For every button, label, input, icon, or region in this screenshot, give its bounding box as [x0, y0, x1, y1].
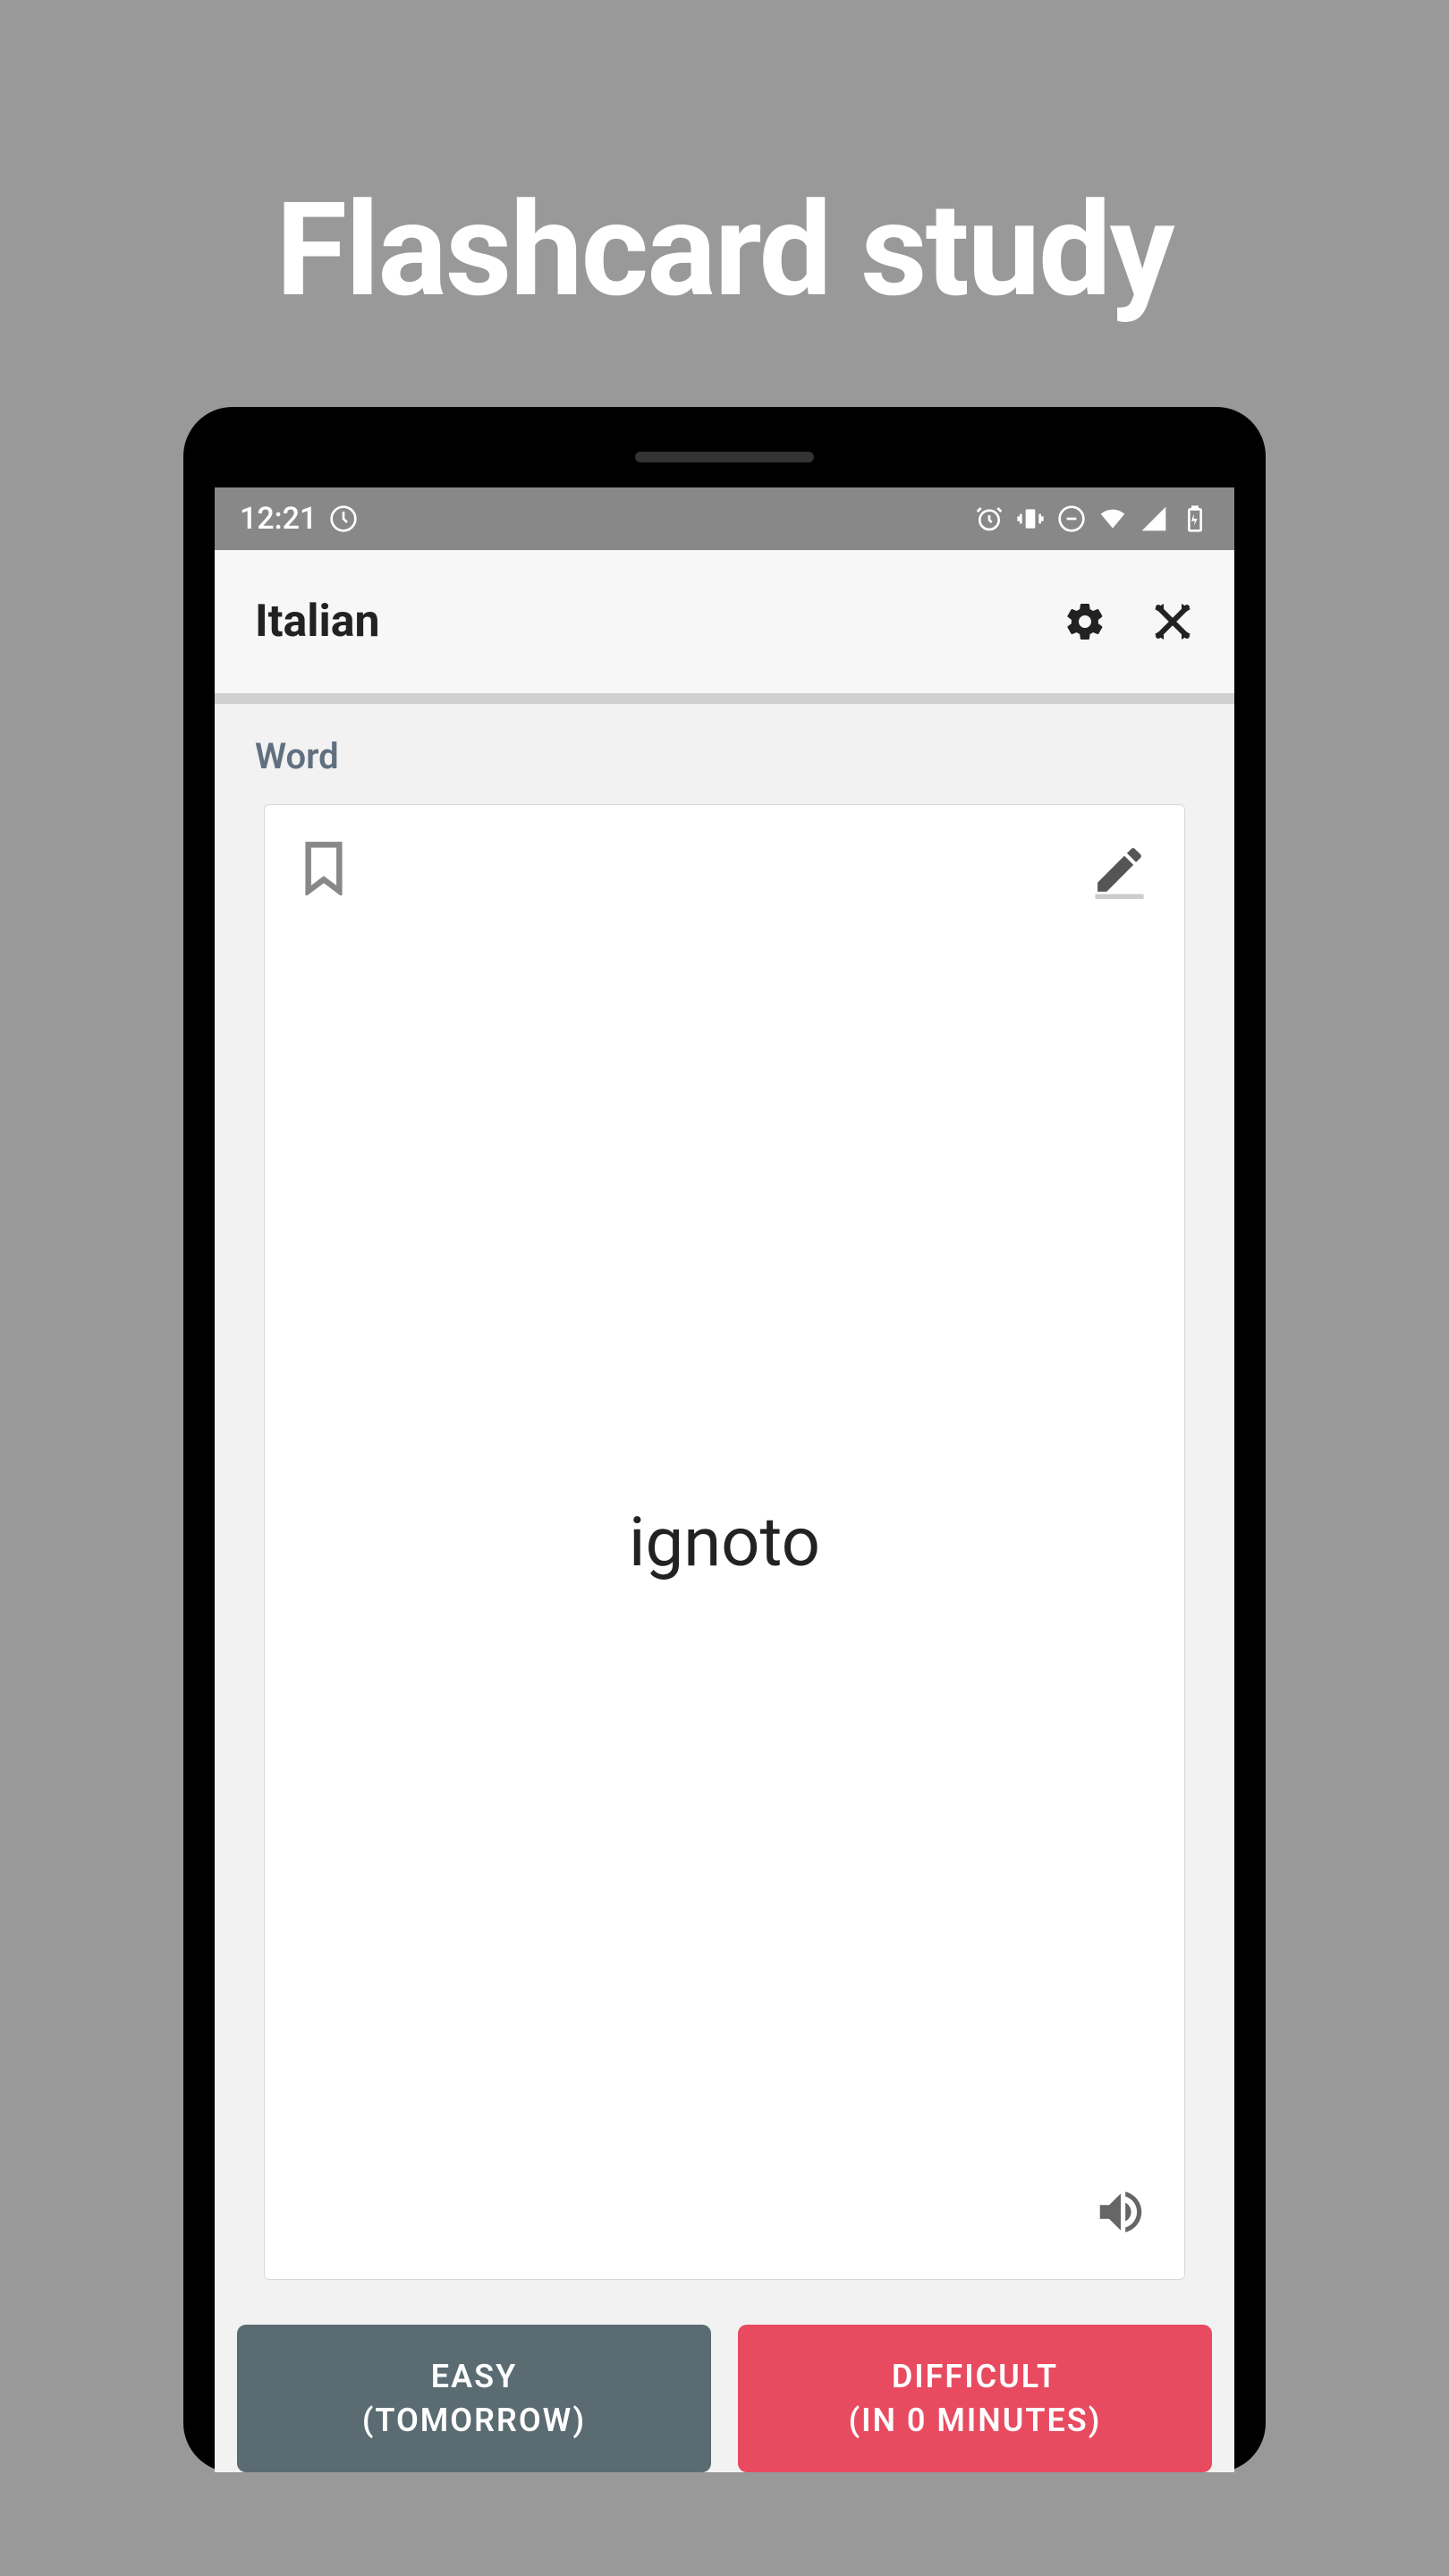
gear-icon	[1063, 600, 1106, 643]
signal-icon	[1140, 504, 1168, 533]
dnd-icon	[1057, 504, 1086, 533]
difficult-button[interactable]: DIFFICULT (IN 0 MINUTES)	[738, 2325, 1212, 2472]
battery-icon	[1181, 504, 1209, 533]
shuffle-icon	[1151, 600, 1194, 643]
bookmark-icon	[301, 841, 347, 895]
status-time: 12:21	[240, 501, 317, 537]
pencil-icon	[1090, 841, 1148, 899]
easy-button[interactable]: EASY (TOMORROW)	[237, 2325, 711, 2472]
status-bar: 12:21	[215, 487, 1234, 550]
progress-bar	[215, 693, 1234, 704]
audio-button[interactable]	[1093, 2184, 1148, 2243]
section-label: Word	[215, 704, 1234, 795]
sync-icon	[329, 504, 358, 533]
deck-title: Italian	[255, 596, 380, 648]
vibrate-icon	[1016, 504, 1045, 533]
flashcard[interactable]: ignoto	[264, 804, 1185, 2280]
phone-frame: 12:21	[183, 407, 1266, 2472]
alarm-icon	[975, 504, 1004, 533]
bookmark-button[interactable]	[301, 841, 347, 896]
wifi-icon	[1098, 504, 1127, 533]
phone-screen: 12:21	[215, 487, 1234, 2472]
difficult-button-line2: (IN 0 MINUTES)	[747, 2399, 1203, 2443]
card-word: ignoto	[265, 899, 1184, 2184]
settings-button[interactable]	[1063, 600, 1106, 643]
shuffle-button[interactable]	[1151, 600, 1194, 643]
phone-notch	[635, 452, 814, 462]
difficult-button-line1: DIFFICULT	[747, 2355, 1203, 2399]
easy-button-line1: EASY	[246, 2355, 702, 2399]
app-header: Italian	[215, 550, 1234, 693]
edit-button[interactable]	[1090, 841, 1148, 899]
speaker-icon	[1093, 2184, 1148, 2240]
easy-button-line2: (TOMORROW)	[246, 2399, 702, 2443]
page-title: Flashcard study	[275, 174, 1173, 326]
